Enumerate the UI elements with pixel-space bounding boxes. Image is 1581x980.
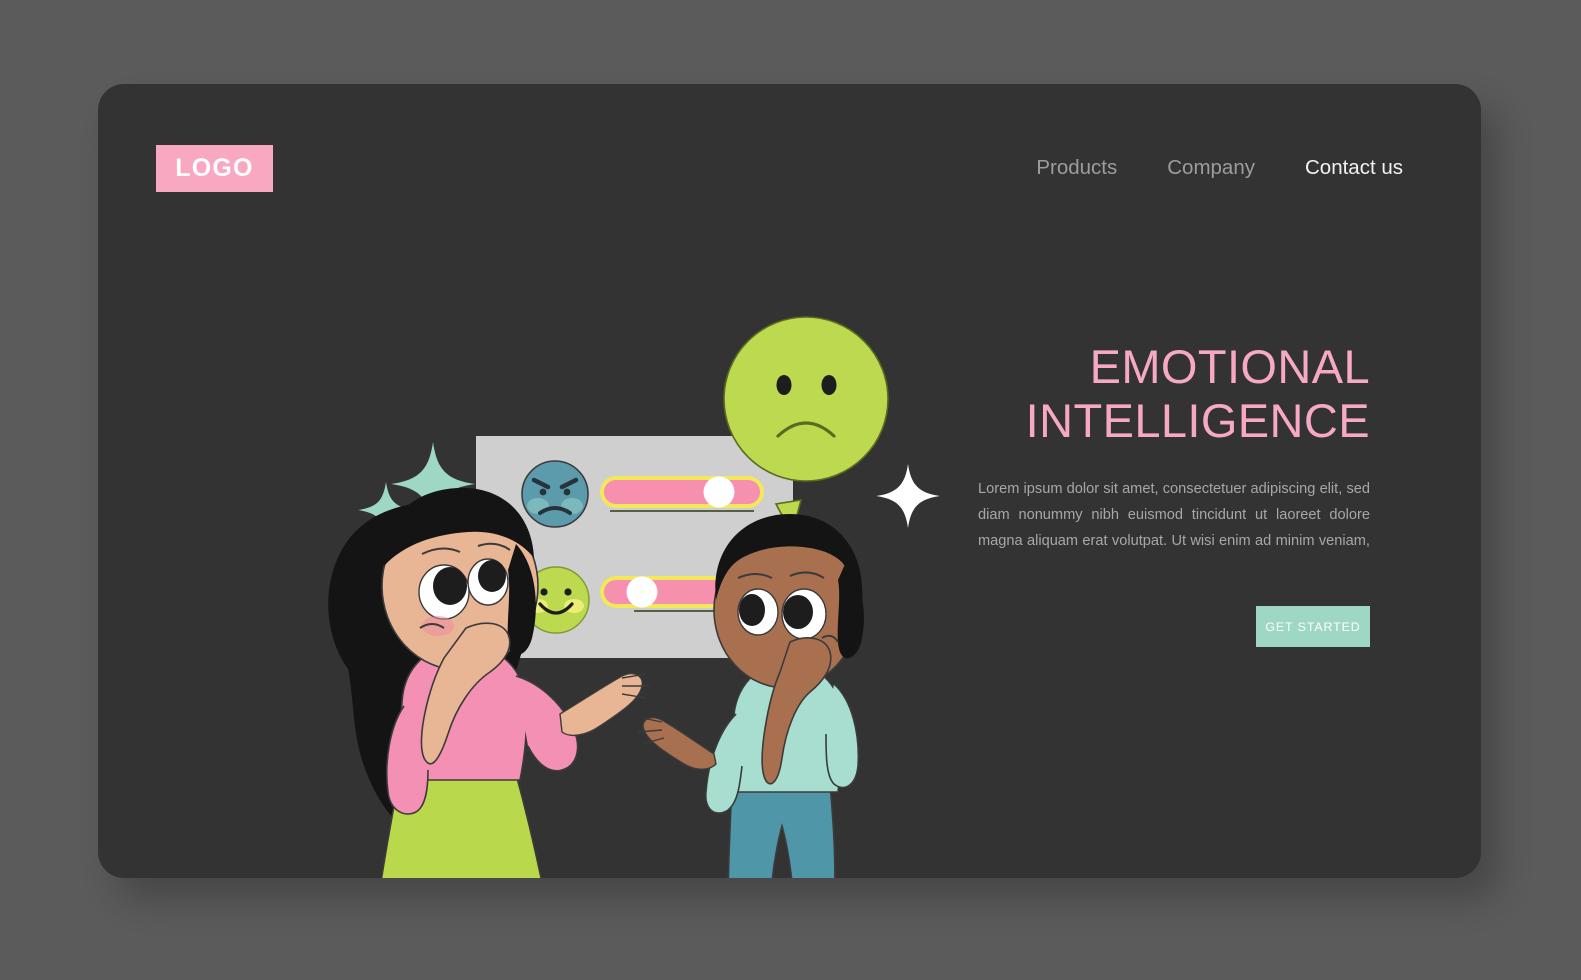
hero-copy-column: EMOTIONAL INTELLIGENCE Lorem ipsum dolor… [978, 340, 1370, 647]
slider-angry-knob [703, 476, 735, 508]
sparkle-icon-white [876, 464, 940, 528]
slider-angry[interactable] [600, 476, 764, 512]
headline-line-1: EMOTIONAL [1089, 340, 1370, 393]
hero-illustration [198, 214, 958, 878]
logo-label: LOGO [175, 154, 254, 182]
slider-happy-knob [626, 576, 658, 608]
angry-face-icon [521, 460, 589, 528]
page-title: EMOTIONAL INTELLIGENCE [978, 340, 1370, 448]
headline-line-2: INTELLIGENCE [1025, 394, 1370, 447]
site-header: LOGO Products Company Contact us [98, 84, 1481, 214]
cta-container: GET STARTED [978, 606, 1370, 647]
boy-shorts [727, 783, 836, 878]
hero-card: LOGO Products Company Contact us EMOTION… [98, 84, 1481, 878]
hero-body-text: Lorem ipsum dolor sit amet, consectetuer… [978, 481, 1370, 549]
main-navigation: Products Company Contact us [1036, 156, 1403, 180]
nav-item-products[interactable]: Products [1036, 156, 1117, 180]
nav-item-contact-us[interactable]: Contact us [1305, 156, 1403, 180]
get-started-button[interactable]: GET STARTED [1256, 606, 1370, 647]
girl-right-hand [559, 672, 643, 737]
logo-badge[interactable]: LOGO [156, 145, 273, 192]
nav-item-company[interactable]: Company [1167, 156, 1255, 180]
boy-left-hand [642, 716, 717, 770]
page-root: LOGO Products Company Contact us EMOTION… [0, 0, 1581, 980]
